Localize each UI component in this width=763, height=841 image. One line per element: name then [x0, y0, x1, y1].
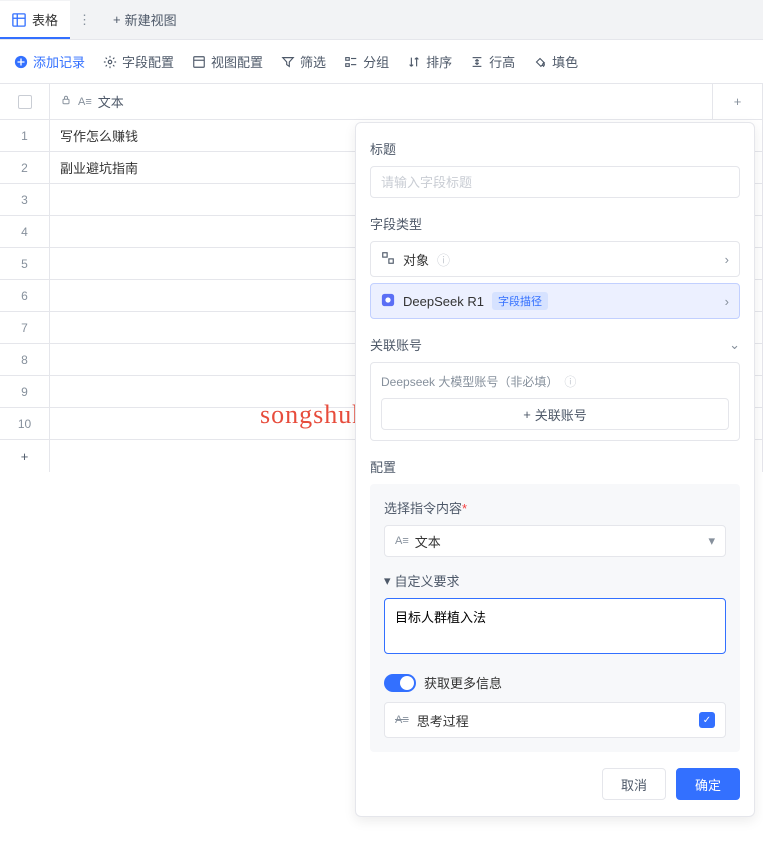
row-number: 2 — [0, 152, 50, 183]
fill-button[interactable]: 填色 — [533, 52, 578, 71]
layout-icon — [192, 55, 206, 69]
instruction-label: 选择指令内容* — [384, 498, 726, 517]
account-section-header[interactable]: 关联账号 ⌄ — [370, 335, 740, 354]
more-info-label: 获取更多信息 — [424, 673, 502, 692]
row-number: 3 — [0, 184, 50, 215]
grid-icon — [12, 13, 26, 27]
plus-icon: + — [523, 407, 531, 422]
more-info-toggle[interactable] — [384, 674, 416, 692]
gear-icon — [103, 55, 117, 69]
row-number: 4 — [0, 216, 50, 247]
cancel-button[interactable]: 取消 — [602, 768, 666, 800]
plus-icon: + — [0, 440, 50, 472]
instruction-select[interactable]: A≡ 文本 ▾ — [384, 525, 726, 557]
add-record-button[interactable]: 添加记录 — [14, 52, 85, 71]
new-view-label: 新建视图 — [125, 10, 177, 29]
type-option-deepseek[interactable]: DeepSeek R1 字段描径 › — [370, 283, 740, 319]
more-info-row: 获取更多信息 — [384, 673, 726, 692]
checkbox-icon — [18, 95, 32, 109]
field-config-button[interactable]: 字段配置 — [103, 52, 174, 71]
chevron-down-icon: ⌄ — [729, 337, 740, 353]
column-header-text[interactable]: A≡ 文本 — [50, 84, 713, 119]
row-number: 9 — [0, 376, 50, 407]
plus-icon: + — [113, 12, 121, 27]
info-icon: ⓘ — [437, 250, 450, 269]
field-config-panel: 标题 字段类型 对象 ⓘ › DeepSeek R1 字段描径 › 关联账号 ⌄ — [355, 122, 755, 817]
info-icon: ⓘ — [564, 373, 576, 390]
caret-down-icon: ▾ — [708, 533, 715, 549]
chevron-right-icon: › — [725, 294, 729, 309]
group-button[interactable]: 分组 — [344, 52, 389, 71]
link-account-button[interactable]: + 关联账号 — [381, 398, 729, 430]
filter-button[interactable]: 筛选 — [281, 52, 326, 71]
row-number: 5 — [0, 248, 50, 279]
table-header-row: A≡ 文本 + — [0, 84, 763, 120]
type-option-object[interactable]: 对象 ⓘ › — [370, 241, 740, 277]
text-strikethrough-icon: A≡ — [395, 714, 409, 726]
sort-icon — [407, 55, 421, 69]
sort-button[interactable]: 排序 — [407, 52, 452, 71]
chevron-right-icon: › — [725, 252, 729, 267]
field-badge: 字段描径 — [492, 292, 548, 310]
title-label: 标题 — [370, 139, 740, 158]
custom-requirement-toggle[interactable]: ▾ 自定义要求 — [384, 571, 726, 590]
think-process-option[interactable]: A≡ 思考过程 ✓ — [384, 702, 726, 738]
row-number: 6 — [0, 280, 50, 311]
tab-more-icon[interactable]: ⋮ — [70, 12, 99, 28]
text-type-icon: A≡ — [78, 96, 92, 108]
select-all-cell[interactable] — [0, 84, 50, 119]
column-label: 文本 — [98, 92, 124, 111]
checkbox-checked-icon: ✓ — [699, 712, 715, 728]
custom-requirement-input[interactable] — [384, 598, 726, 654]
paint-icon — [533, 55, 547, 69]
funnel-icon — [281, 55, 295, 69]
object-icon — [381, 251, 395, 268]
view-config-button[interactable]: 视图配置 — [192, 52, 263, 71]
row-number: 7 — [0, 312, 50, 343]
new-view-button[interactable]: + 新建视图 — [99, 10, 191, 29]
confirm-button[interactable]: 确定 — [676, 768, 740, 800]
field-type-label: 字段类型 — [370, 214, 740, 233]
row-height-button[interactable]: 行高 — [470, 52, 515, 71]
ai-icon — [381, 293, 395, 310]
row-number: 1 — [0, 120, 50, 151]
account-box: Deepseek 大模型账号（非必填） ⓘ + 关联账号 — [370, 362, 740, 441]
plus-circle-icon — [14, 55, 28, 69]
config-box: 选择指令内容* A≡ 文本 ▾ ▾ 自定义要求 获取更多信息 A≡ — [370, 484, 740, 752]
tab-table[interactable]: 表格 — [0, 1, 70, 39]
row-number: 10 — [0, 408, 50, 439]
lock-icon — [60, 94, 72, 109]
title-input[interactable] — [370, 166, 740, 198]
text-type-icon: A≡ — [395, 535, 409, 547]
caret-down-icon: ▾ — [384, 573, 391, 589]
row-height-icon — [470, 55, 484, 69]
view-tabs: 表格 ⋮ + 新建视图 — [0, 0, 763, 40]
group-icon — [344, 55, 358, 69]
panel-footer: 取消 确定 — [370, 768, 740, 800]
account-desc: Deepseek 大模型账号（非必填） ⓘ — [381, 373, 729, 390]
add-column-button[interactable]: + — [713, 84, 763, 119]
config-label: 配置 — [370, 457, 740, 476]
tab-label: 表格 — [32, 10, 58, 29]
row-number: 8 — [0, 344, 50, 375]
toolbar: 添加记录 字段配置 视图配置 筛选 分组 排序 行高 填色 — [0, 40, 763, 84]
